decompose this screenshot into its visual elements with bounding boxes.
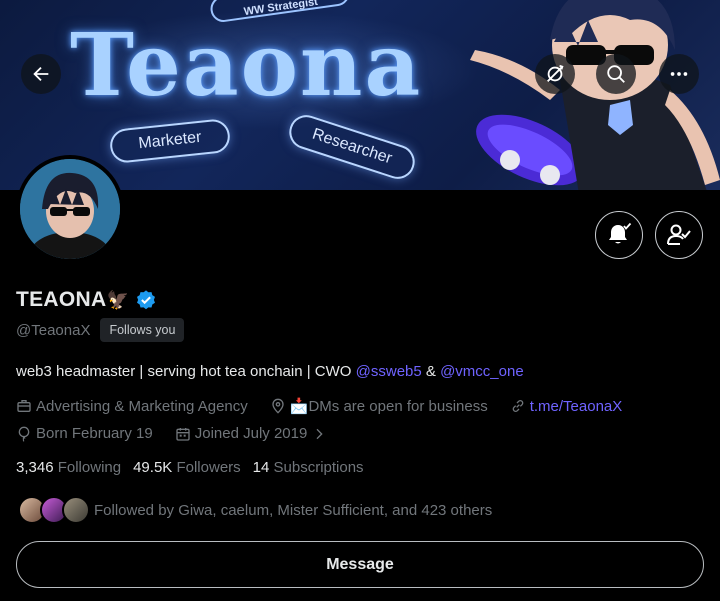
link-icon (512, 400, 523, 412)
profile-meta-row-2: Born February 19 Joined July 2019 (16, 425, 353, 442)
followed-by-avatars (16, 494, 92, 526)
followers-count: 49.5K (133, 459, 173, 476)
following-button[interactable] (655, 211, 703, 259)
category-text: Advertising & Marketing Agency (36, 397, 248, 415)
followed-by-text: Followed by Giwa, caelum, Mister Suffici… (94, 501, 493, 519)
birthday-item: Born February 19 (16, 425, 153, 442)
website-item[interactable]: t.me/TeaonaX (510, 398, 623, 415)
born-text: Born February 19 (36, 425, 153, 442)
display-name: TEAONA (16, 288, 107, 311)
following-stat[interactable]: 3,346 Following (16, 459, 121, 476)
followers-label: Followers (176, 459, 241, 476)
bio-mention-ssweb5[interactable]: @ssweb5 (356, 363, 422, 380)
handle-row: @TeaonaX Follows you (16, 318, 185, 342)
profile-avatar[interactable] (16, 155, 124, 263)
following-label: Following (57, 459, 122, 476)
balloon-icon (18, 426, 30, 442)
location-pin-icon (272, 398, 284, 414)
profile-name-row: TEAONA 🦅 (16, 287, 157, 313)
verified-badge-icon[interactable] (135, 289, 157, 311)
followed-by-row[interactable]: Followed by Giwa, caelum, Mister Suffici… (16, 494, 492, 526)
subscriptions-stat[interactable]: 14 Subscriptions (253, 459, 364, 476)
location-text: 📩DMs are open for business (289, 398, 488, 415)
profile-stats: 3,346 Following 49.5K Followers 14 Subsc… (16, 459, 376, 476)
followers-stat[interactable]: 49.5K Followers (133, 459, 241, 476)
briefcase-icon (17, 400, 31, 412)
more-button[interactable] (659, 54, 699, 94)
follows-you-badge: Follows you (100, 318, 185, 342)
calendar-icon (176, 427, 190, 441)
bio-ampersand: & (421, 363, 441, 380)
person-check-icon (667, 224, 691, 245)
joined-item[interactable]: Joined July 2019 (175, 425, 332, 442)
joined-text: Joined July 2019 (194, 425, 308, 442)
mute-button[interactable] (535, 54, 575, 94)
subscriptions-label: Subscriptions (273, 459, 364, 476)
back-button[interactable] (21, 54, 61, 94)
banner-title: Teaona (70, 15, 423, 116)
eagle-emoji: 🦅 (106, 289, 129, 310)
follower-avatar (62, 496, 90, 524)
mute-icon (547, 64, 564, 82)
website-link[interactable]: t.me/TeaonaX (530, 398, 623, 415)
message-button[interactable]: Message (16, 541, 704, 588)
profile-meta-row-1: Advertising & Marketing Agency 📩DMs are … (16, 397, 644, 415)
search-icon (607, 65, 625, 83)
bio-mention-vmcc[interactable]: @vmcc_one (440, 363, 524, 380)
bell-check-icon (609, 222, 632, 244)
location-item: 📩DMs are open for business (270, 397, 488, 415)
avatar-image (20, 159, 120, 259)
more-icon (670, 72, 688, 76)
subscriptions-count: 14 (252, 459, 270, 476)
category-item: Advertising & Marketing Agency (16, 398, 248, 415)
following-count: 3,346 (16, 459, 54, 476)
search-button[interactable] (596, 54, 636, 94)
handle: @TeaonaX (16, 321, 91, 339)
bio: web3 headmaster | serving hot tea onchai… (16, 363, 524, 380)
notifications-button[interactable] (595, 211, 643, 259)
bio-text: web3 headmaster | serving hot tea onchai… (16, 363, 356, 380)
arrow-left-icon (33, 66, 49, 82)
chevron-right-icon (316, 428, 323, 439)
banner-character-illustration (470, 0, 720, 190)
profile-banner[interactable]: WW Strategist Teaona Marketer Researcher (0, 0, 720, 190)
